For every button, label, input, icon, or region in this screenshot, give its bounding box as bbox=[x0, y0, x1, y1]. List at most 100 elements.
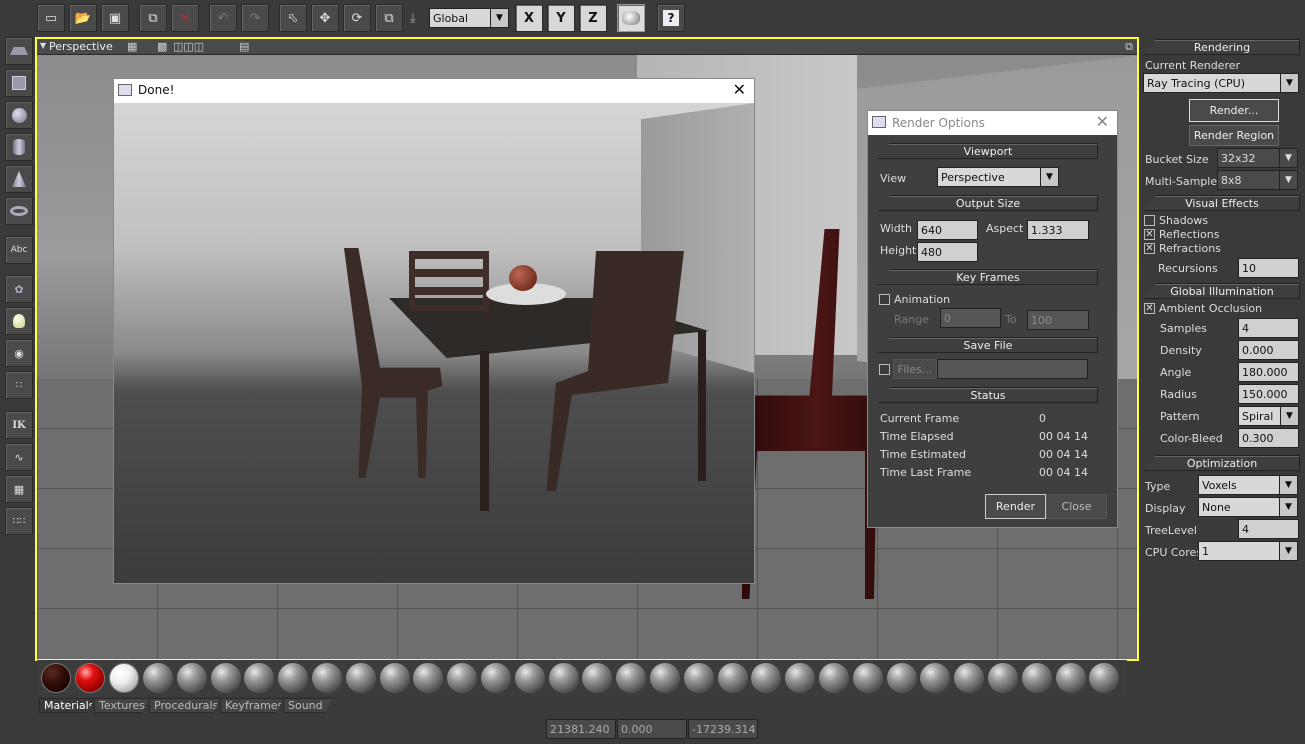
close-icon[interactable]: ✕ bbox=[733, 80, 746, 99]
cylinder-primitive-button[interactable] bbox=[5, 133, 33, 161]
coord-system-select[interactable]: Global ▼ bbox=[429, 8, 509, 28]
light-button[interactable] bbox=[5, 307, 33, 335]
density-input[interactable]: 0.000 bbox=[1238, 340, 1299, 360]
optimization-type-select[interactable]: Voxels ▼ bbox=[1198, 475, 1298, 495]
viewport-name[interactable]: Perspective bbox=[49, 40, 113, 53]
angle-input[interactable]: 180.000 bbox=[1238, 362, 1299, 382]
shadows-checkbox[interactable] bbox=[1144, 215, 1155, 226]
list-icon[interactable]: ▤ bbox=[239, 40, 249, 53]
tab-procedurals[interactable]: Procedurals bbox=[149, 698, 221, 713]
close-icon[interactable]: ✕ bbox=[1096, 112, 1109, 131]
radius-input[interactable]: 150.000 bbox=[1238, 384, 1299, 404]
bucket-size-select[interactable]: 32x32 ▼ bbox=[1217, 148, 1298, 168]
material-swatch-red[interactable] bbox=[75, 663, 105, 693]
tab-sound[interactable]: Sound bbox=[283, 698, 333, 713]
close-button[interactable]: Close bbox=[1046, 494, 1107, 519]
material-swatch-white[interactable] bbox=[109, 663, 139, 693]
save-file-button[interactable]: ▣ bbox=[101, 4, 129, 32]
copy-button[interactable]: ⧉ bbox=[139, 4, 167, 32]
material-swatch-default[interactable] bbox=[481, 663, 511, 693]
axis-x-toggle[interactable]: X bbox=[515, 4, 543, 32]
multisamples-select[interactable]: 8x8 ▼ bbox=[1217, 170, 1298, 190]
render-dots-button[interactable]: Render... bbox=[1189, 99, 1279, 122]
treelevel-input[interactable]: 4 bbox=[1238, 519, 1299, 539]
axis-y-toggle[interactable]: Y bbox=[547, 4, 575, 32]
color-bleed-input[interactable]: 0.300 bbox=[1238, 428, 1299, 448]
maximize-icon[interactable]: ⧉ bbox=[1125, 40, 1133, 54]
material-swatch-default[interactable] bbox=[176, 663, 207, 693]
spline-button[interactable]: ∿ bbox=[5, 443, 33, 471]
range-to-input[interactable]: 100 bbox=[1027, 310, 1089, 330]
text-tool-button[interactable]: Abc bbox=[5, 236, 33, 264]
file-path-input[interactable] bbox=[937, 359, 1088, 379]
pattern-select[interactable]: Spiral ▼ bbox=[1238, 406, 1299, 426]
files-button[interactable]: Files... bbox=[893, 359, 937, 379]
material-swatch-default[interactable] bbox=[447, 663, 478, 693]
material-swatch-default[interactable] bbox=[1055, 663, 1086, 693]
tab-materials[interactable]: Materials bbox=[39, 698, 95, 713]
material-swatch-default[interactable] bbox=[548, 663, 579, 693]
render-preview-button[interactable] bbox=[617, 4, 645, 32]
sphere-primitive-button[interactable] bbox=[5, 101, 33, 129]
triangle-down-icon[interactable]: ▼ bbox=[40, 41, 46, 50]
material-swatch-default[interactable] bbox=[683, 663, 714, 693]
plane-primitive-button[interactable] bbox=[5, 37, 33, 65]
material-swatch-default[interactable] bbox=[278, 663, 309, 693]
material-swatch-default[interactable] bbox=[852, 663, 883, 693]
material-swatch-default[interactable] bbox=[312, 663, 342, 693]
material-swatch-default[interactable] bbox=[819, 663, 849, 693]
view-select[interactable]: Perspective ▼ bbox=[937, 167, 1059, 187]
renderer-select[interactable]: Ray Tracing (CPU) ▼ bbox=[1143, 73, 1299, 93]
torus-primitive-button[interactable] bbox=[5, 197, 33, 225]
material-swatch-default[interactable] bbox=[514, 663, 545, 693]
display-select[interactable]: None ▼ bbox=[1198, 497, 1298, 517]
tab-textures[interactable]: Textures bbox=[94, 698, 150, 713]
help-button[interactable]: ? bbox=[657, 4, 685, 32]
cube-primitive-button[interactable] bbox=[5, 69, 33, 97]
render-region-button[interactable]: Render Region bbox=[1189, 125, 1279, 146]
material-swatch-default[interactable] bbox=[616, 663, 647, 693]
samples-input[interactable]: 4 bbox=[1238, 318, 1299, 338]
grid-icon[interactable]: ▦ bbox=[127, 40, 137, 53]
undo-button[interactable]: ↶ bbox=[209, 4, 237, 32]
material-swatch-default[interactable] bbox=[210, 663, 241, 693]
animation-checkbox[interactable] bbox=[879, 294, 890, 305]
refractions-checkbox[interactable]: ✕ bbox=[1144, 243, 1155, 254]
lattice-button[interactable]: ▦ bbox=[5, 475, 33, 503]
width-input[interactable]: 640 bbox=[917, 220, 978, 240]
checker-icon[interactable]: ▩ bbox=[157, 40, 167, 53]
material-swatch-default[interactable] bbox=[1021, 663, 1052, 693]
move-tool-button[interactable]: ✥ bbox=[311, 4, 339, 32]
ambient-occlusion-checkbox[interactable]: ✕ bbox=[1144, 303, 1155, 314]
range-from-input[interactable]: 0 bbox=[940, 308, 1001, 328]
material-swatch-default[interactable] bbox=[379, 663, 410, 693]
reflections-checkbox[interactable]: ✕ bbox=[1144, 229, 1155, 240]
material-swatch-default[interactable] bbox=[785, 663, 816, 693]
material-swatch-default[interactable] bbox=[988, 663, 1018, 693]
select-tool-button[interactable]: ⬁ bbox=[279, 4, 307, 32]
particles-button[interactable]: ∷ bbox=[5, 371, 33, 399]
aspect-input[interactable]: 1.333 bbox=[1027, 220, 1089, 240]
rotate-tool-button[interactable]: ⟳ bbox=[343, 4, 371, 32]
ik-button[interactable]: IK bbox=[5, 411, 33, 439]
cpu-cores-select[interactable]: 1 ▼ bbox=[1198, 541, 1298, 561]
material-swatch-default[interactable] bbox=[345, 663, 376, 693]
redo-button[interactable]: ↷ bbox=[241, 4, 269, 32]
material-swatch-default[interactable] bbox=[717, 663, 748, 693]
scale-tool-button[interactable]: ⧉ bbox=[375, 4, 403, 32]
height-input[interactable]: 480 bbox=[917, 242, 978, 262]
recursions-input[interactable]: 10 bbox=[1238, 258, 1299, 278]
new-file-button[interactable]: ▭ bbox=[37, 4, 65, 32]
delete-button[interactable]: ✕ bbox=[171, 4, 199, 32]
camera-button[interactable]: ◉ bbox=[5, 339, 33, 367]
cone-primitive-button[interactable] bbox=[5, 165, 33, 193]
layout-icon[interactable]: ◫◫◫ bbox=[173, 40, 204, 53]
character-button[interactable]: ✿ bbox=[5, 275, 33, 303]
render-button[interactable]: Render bbox=[985, 494, 1046, 519]
material-swatch-default[interactable] bbox=[886, 663, 917, 693]
scatter-button[interactable]: ∷∷ bbox=[5, 507, 33, 535]
material-swatch-default[interactable] bbox=[650, 663, 680, 693]
save-file-checkbox[interactable] bbox=[879, 364, 890, 375]
tab-keyframes[interactable]: Keyframes bbox=[220, 698, 284, 713]
material-swatch-dark-wood[interactable] bbox=[41, 663, 71, 693]
